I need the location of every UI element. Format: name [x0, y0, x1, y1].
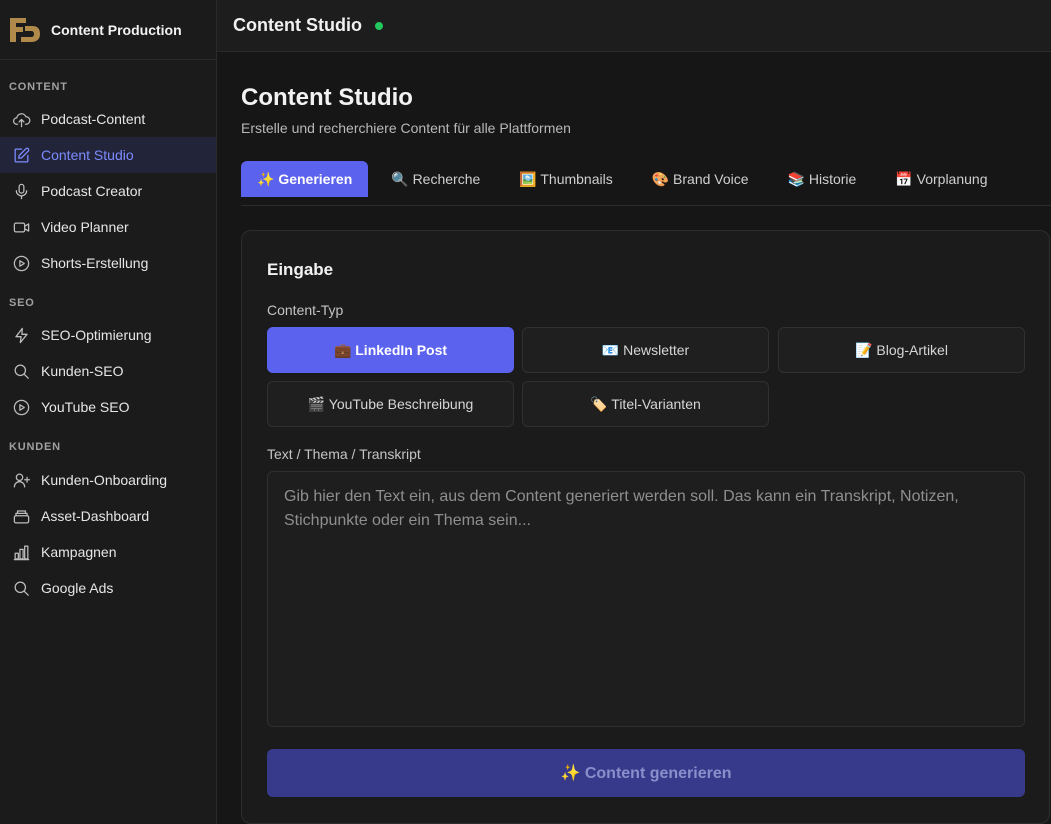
- play-circle-icon: [11, 397, 31, 417]
- video-icon: [11, 217, 31, 237]
- text-input[interactable]: [267, 471, 1025, 727]
- sidebar-item-seo-optimierung[interactable]: SEO-Optimierung: [0, 317, 216, 353]
- tab-generieren[interactable]: ✨ Generieren: [241, 161, 369, 197]
- play-circle-icon: [11, 253, 31, 273]
- tab-thumbnails[interactable]: 🖼️ Thumbnails: [503, 161, 628, 197]
- sidebar-item-shorts-erstellung[interactable]: Shorts-Erstellung: [0, 245, 216, 281]
- sidebar-item-label: YouTube SEO: [41, 399, 130, 415]
- upload-cloud-icon: [11, 109, 31, 129]
- sidebar-item-podcast-content[interactable]: Podcast-Content: [0, 101, 216, 137]
- sidebar-item-youtube-seo[interactable]: YouTube SEO: [0, 389, 216, 425]
- stack-icon: [11, 506, 31, 526]
- sidebar-item-kampagnen[interactable]: Kampagnen: [0, 534, 216, 570]
- tab-recherche[interactable]: 🔍 Recherche: [375, 161, 496, 197]
- content-type-newsletter[interactable]: 📧 Newsletter: [522, 327, 769, 373]
- sidebar-item-video-planner[interactable]: Video Planner: [0, 209, 216, 245]
- sidebar-item-kunden-onboarding[interactable]: Kunden-Onboarding: [0, 462, 216, 498]
- brand-logo-icon: [10, 17, 40, 42]
- content-type-linkedin-post[interactable]: 💼 LinkedIn Post: [267, 327, 514, 373]
- sidebar: Content Production CONTENT Podcast-Conte…: [0, 0, 217, 824]
- content-type-blog-artikel[interactable]: 📝 Blog-Artikel: [778, 327, 1025, 373]
- section-label-kunden: KUNDEN: [9, 441, 61, 453]
- page-title: Content Studio: [241, 84, 413, 111]
- status-indicator: [374, 21, 383, 30]
- sidebar-item-podcast-creator[interactable]: Podcast Creator: [0, 173, 216, 209]
- section-label-content: CONTENT: [9, 81, 68, 93]
- section-label-seo: SEO: [9, 297, 35, 309]
- content-type-label: Content-Typ: [267, 302, 344, 318]
- search-icon: [11, 361, 31, 381]
- sidebar-item-label: Kampagnen: [41, 544, 117, 560]
- sidebar-item-label: Kunden-Onboarding: [41, 472, 168, 488]
- search-icon: [11, 578, 31, 598]
- generate-content-button[interactable]: ✨ Content generieren: [267, 749, 1025, 797]
- sidebar-item-kunden-seo[interactable]: Kunden-SEO: [0, 353, 216, 389]
- edit-icon: [11, 145, 31, 165]
- sidebar-item-label: Shorts-Erstellung: [41, 255, 149, 271]
- tab-historie[interactable]: 📚 Historie: [772, 161, 873, 197]
- lightning-icon: [11, 325, 31, 345]
- page-subtitle: Erstelle und recherchiere Content für al…: [241, 120, 571, 136]
- brand-title: Content Production: [51, 21, 182, 38]
- input-card: Eingabe Content-Typ 💼 LinkedIn Post 📧 Ne…: [241, 230, 1050, 824]
- sidebar-item-label: SEO-Optimierung: [41, 327, 152, 343]
- topbar-title: Content Studio: [233, 15, 362, 35]
- sidebar-item-label: Podcast Creator: [41, 183, 143, 199]
- sidebar-item-label: Podcast-Content: [41, 111, 146, 127]
- sidebar-item-label: Kunden-SEO: [41, 363, 124, 379]
- tab-brand-voice[interactable]: 🎨 Brand Voice: [636, 161, 765, 197]
- content-type-titel-varianten[interactable]: 🏷️ Titel-Varianten: [522, 381, 769, 427]
- sidebar-item-label: Video Planner: [41, 219, 129, 235]
- sidebar-item-label: Asset-Dashboard: [41, 508, 150, 524]
- sidebar-item-label: Google Ads: [41, 580, 114, 596]
- sidebar-item-asset-dashboard[interactable]: Asset-Dashboard: [0, 498, 216, 534]
- card-title: Eingabe: [267, 260, 334, 279]
- bar-chart-icon: [11, 542, 31, 562]
- tab-bar: ✨ Generieren 🔍 Recherche 🖼️ Thumbnails 🎨…: [241, 161, 1051, 206]
- main-content: Content Studio Erstelle und recherchiere…: [217, 53, 1051, 824]
- sidebar-item-google-ads[interactable]: Google Ads: [0, 570, 216, 606]
- brand-header[interactable]: Content Production: [0, 0, 216, 60]
- topbar: Content Studio: [217, 0, 1051, 52]
- content-type-youtube-beschreibung[interactable]: 🎬 YouTube Beschreibung: [267, 381, 514, 427]
- sidebar-item-label: Content Studio: [41, 147, 134, 163]
- tab-vorplanung[interactable]: 📅 Vorplanung: [879, 161, 1003, 197]
- sidebar-item-content-studio[interactable]: Content Studio: [0, 137, 216, 173]
- text-input-label: Text / Thema / Transkript: [267, 446, 421, 462]
- user-plus-icon: [11, 470, 31, 490]
- microphone-icon: [11, 181, 31, 201]
